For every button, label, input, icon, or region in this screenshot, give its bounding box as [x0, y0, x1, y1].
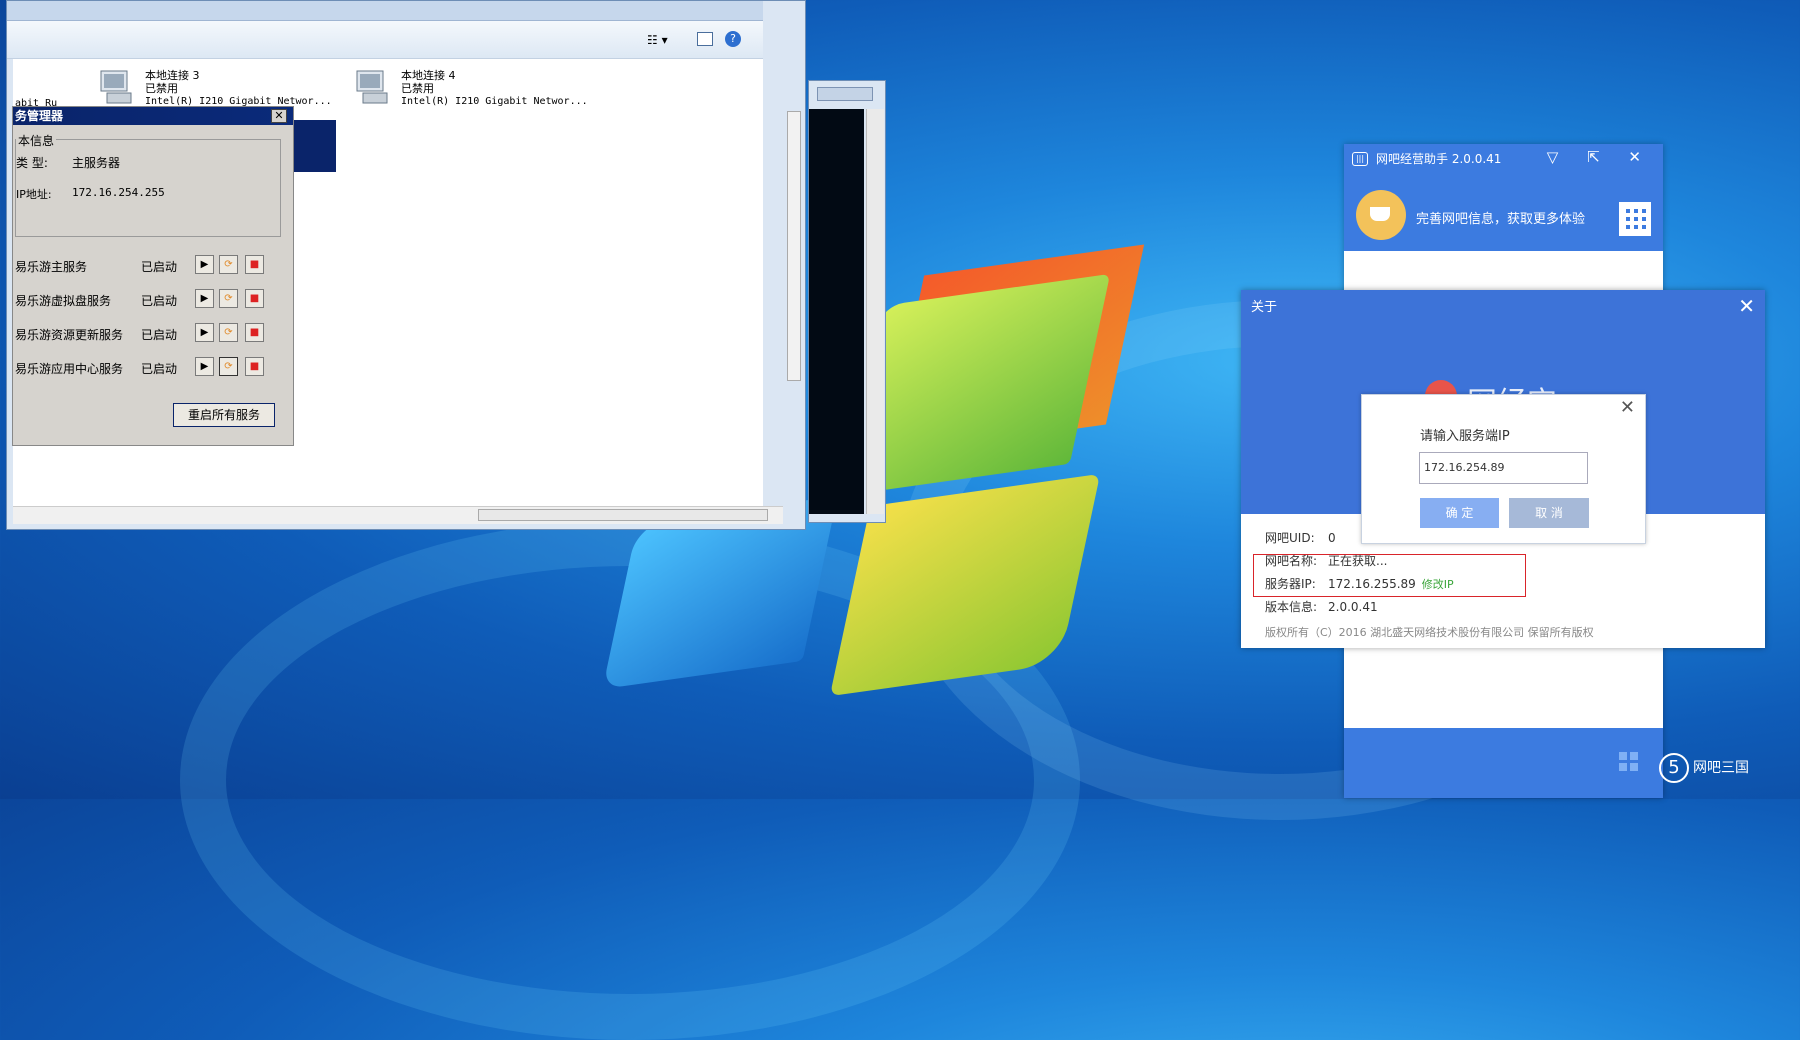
close-icon[interactable]: ✕ [1738, 294, 1755, 318]
cafe-name-label: 网吧名称: [1265, 554, 1318, 568]
service-name: 易乐游应用中心服务 [15, 362, 124, 376]
start-icon[interactable]: ▶ [195, 357, 214, 376]
window-controls[interactable]: ▽ ⇱ ✕ [1547, 148, 1653, 166]
server-ip-dialog: ✕ 请输入服务端IP 172.16.254.89 确 定 取 消 [1361, 394, 1646, 544]
server-ip-label: 服务器IP: [1265, 577, 1316, 591]
stop-icon[interactable]: ■ [245, 255, 264, 274]
service-status: 已启动 [141, 294, 178, 308]
service-status: 已启动 [141, 362, 178, 376]
console-scrollbar[interactable] [866, 109, 884, 514]
close-icon[interactable]: ✕ [1620, 397, 1635, 418]
service-row: 易乐游主服务 已启动 ▶ ⟳ ■ [15, 255, 285, 275]
connection-name: 本地连接 4 [401, 69, 456, 82]
copyright-text: 版权所有（C）2016 湖北盛天网络技术股份有限公司 保留所有版权 [1265, 626, 1594, 639]
stop-icon[interactable]: ■ [245, 357, 264, 376]
service-name: 易乐游主服务 [15, 260, 88, 274]
server-ip-value: 172.16.255.89 [1328, 577, 1416, 591]
cancel-button[interactable]: 取 消 [1509, 498, 1589, 528]
console-output [809, 109, 864, 514]
cafe-name-value: 正在获取... [1328, 554, 1388, 568]
watermark-text: 网吧三国 [1693, 760, 1749, 776]
selection-highlight [294, 120, 336, 172]
uid-value: 0 [1328, 531, 1336, 545]
server-ip-input[interactable]: 172.16.254.89 [1419, 452, 1588, 484]
explorer-toolbar: ☷ ▾ ? [7, 21, 805, 59]
modify-ip-link[interactable]: 修改IP [1422, 578, 1454, 591]
version-label: 版本信息: [1265, 600, 1318, 614]
connection-name: 本地连接 3 [145, 69, 200, 82]
service-row: 易乐游资源更新服务 已启动 ▶ ⟳ ■ [15, 323, 285, 343]
connection-adapter: Intel(R) I210 Gigabit Networ... [401, 96, 588, 107]
view-options-icon[interactable]: ☷ ▾ [647, 33, 668, 47]
service-name: 易乐游虚拟盘服务 [15, 294, 112, 308]
type-label: 类 型: [16, 156, 48, 170]
version-value: 2.0.0.41 [1328, 600, 1378, 614]
assistant-footer [1344, 728, 1663, 798]
ip-value: 172.16.254.255 [72, 186, 165, 199]
service-name: 易乐游资源更新服务 [15, 328, 124, 342]
apps-grid-icon[interactable] [1619, 752, 1639, 772]
window-buttons[interactable] [817, 87, 873, 101]
assistant-header: ||| 网吧经营助手 2.0.0.41 ▽ ⇱ ✕ 完善网吧信息，获取更多体验 [1344, 144, 1663, 251]
service-status: 已启动 [141, 260, 178, 274]
ip-label: IP地址: [16, 188, 52, 201]
app-logo-icon: ||| [1352, 152, 1368, 166]
start-icon[interactable]: ▶ [195, 323, 214, 342]
connection-status: 已禁用 [145, 82, 178, 95]
uid-label: 网吧UID: [1265, 531, 1315, 545]
horizontal-scrollbar[interactable] [13, 506, 783, 524]
restart-icon[interactable]: ⟳ [219, 323, 238, 342]
watermark-logo-icon: 5 [1659, 753, 1689, 783]
service-row: 易乐游虚拟盘服务 已启动 ▶ ⟳ ■ [15, 289, 285, 309]
vertical-scrollbar[interactable] [763, 1, 805, 511]
start-icon[interactable]: ▶ [195, 255, 214, 274]
type-value: 主服务器 [72, 156, 121, 170]
console-window [808, 80, 886, 523]
preview-pane-icon[interactable] [697, 32, 713, 46]
watermark: 5 网吧三国 [1659, 753, 1749, 783]
restart-all-services-button[interactable]: 重启所有服务 [173, 403, 275, 427]
network-adapter-icon [356, 70, 388, 104]
service-status: 已启动 [141, 328, 178, 342]
help-icon[interactable]: ? [725, 31, 741, 47]
close-button[interactable]: ✕ [271, 109, 287, 123]
coffee-cup-icon [1356, 190, 1406, 240]
assistant-title: 网吧经营助手 2.0.0.41 [1376, 152, 1502, 166]
window-titlebar [7, 1, 805, 21]
dialog-title: 务管理器 [13, 107, 293, 125]
connection-status: 已禁用 [401, 82, 434, 95]
basic-info-group: 本信息 类 型: 主服务器 IP地址: 172.16.254.255 [15, 132, 281, 237]
about-title: 关于 [1251, 300, 1278, 315]
confirm-button[interactable]: 确 定 [1420, 498, 1499, 528]
stop-icon[interactable]: ■ [245, 289, 264, 308]
stop-icon[interactable]: ■ [245, 323, 264, 342]
service-manager-dialog: 务管理器 ✕ 本信息 类 型: 主服务器 IP地址: 172.16.254.25… [12, 106, 294, 446]
banner-message[interactable]: 完善网吧信息，获取更多体验 [1416, 208, 1585, 227]
restart-icon[interactable]: ⟳ [219, 357, 238, 376]
restart-icon[interactable]: ⟳ [219, 289, 238, 308]
server-ip-prompt: 请输入服务端IP [1420, 429, 1510, 444]
service-row: 易乐游应用中心服务 已启动 ▶ ⟳ ■ [15, 357, 285, 377]
group-label: 本信息 [16, 132, 57, 149]
restart-icon[interactable]: ⟳ [219, 255, 238, 274]
qr-code-icon[interactable] [1619, 202, 1651, 236]
network-adapter-icon [100, 70, 132, 104]
start-icon[interactable]: ▶ [195, 289, 214, 308]
